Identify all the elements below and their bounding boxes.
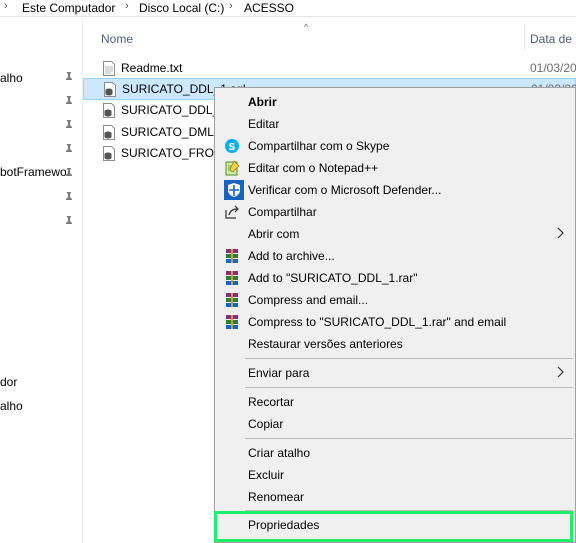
- menu-item-enviar-para[interactable]: Enviar para: [215, 362, 576, 384]
- menu-separator: [245, 438, 573, 439]
- column-separator[interactable]: [524, 24, 525, 50]
- menu-item-criar-atalho[interactable]: Criar atalho: [215, 442, 576, 464]
- breadcrumb-separator: ›: [229, 0, 233, 12]
- menu-item-label: Enviar para: [248, 366, 310, 380]
- menu-item-label: Renomear: [248, 490, 305, 504]
- sql-file-icon: [103, 125, 115, 140]
- menu-item-label: Abrir com: [248, 227, 300, 241]
- chevron-right-icon: [555, 226, 565, 240]
- column-header-name[interactable]: Nome: [101, 32, 133, 46]
- menu-item-label: Compress and email...: [248, 293, 369, 307]
- menu-item-skype[interactable]: S Compartilhar com o Skype: [215, 135, 576, 157]
- menu-item-add-to-archive[interactable]: Add to archive...: [215, 245, 576, 267]
- menu-item-renomear[interactable]: Renomear: [215, 486, 576, 508]
- nav-item[interactable]: botFramewo: [0, 165, 67, 179]
- pin-icon[interactable]: [64, 96, 74, 108]
- menu-item-editar[interactable]: Editar: [215, 113, 576, 135]
- breadcrumb-separator: ›: [4, 0, 8, 12]
- menu-item-label: Editar com o Notepad++: [248, 161, 379, 175]
- file-name: Readme.txt: [121, 61, 183, 75]
- menu-item-defender[interactable]: Verificar com o Microsoft Defender...: [215, 179, 576, 201]
- menu-item-label: Criar atalho: [248, 446, 311, 460]
- context-menu: Abrir Editar S Compartilhar com o Skype …: [214, 87, 576, 543]
- menu-item-abrir[interactable]: Abrir: [215, 91, 576, 113]
- menu-item-restaurar[interactable]: Restaurar versões anteriores: [215, 333, 576, 355]
- share-icon: [224, 204, 240, 220]
- menu-item-label: Restaurar versões anteriores: [248, 337, 403, 351]
- menu-item-label: Verificar com o Microsoft Defender...: [248, 183, 442, 197]
- nav-item[interactable]: alho: [0, 399, 23, 413]
- menu-item-label: Compress to "SURICATO_DDL_1.rar" and ema…: [248, 315, 507, 329]
- file-row-readme[interactable]: Readme.txt 01/03/20: [83, 57, 576, 79]
- menu-item-label: Add to "SURICATO_DDL_1.rar": [248, 271, 418, 285]
- menu-item-recortar[interactable]: Recortar: [215, 391, 576, 413]
- highlight-annotation: [214, 511, 573, 542]
- sql-file-icon: [104, 82, 116, 97]
- breadcrumb-item-acesso[interactable]: ACESSO: [244, 1, 294, 15]
- winrar-icon: [224, 314, 240, 330]
- menu-item-label: Abrir: [248, 95, 277, 109]
- breadcrumb-item-este-computador[interactable]: Este Computador: [22, 1, 115, 15]
- menu-item-excluir[interactable]: Excluir: [215, 464, 576, 486]
- nav-item[interactable]: dor: [0, 375, 17, 389]
- menu-item-label: Add to archive...: [248, 249, 335, 263]
- menu-item-notepad[interactable]: Editar com o Notepad++: [215, 157, 576, 179]
- navigation-pane: alho botFramewo dor alho: [0, 18, 82, 543]
- menu-item-label: Excluir: [248, 468, 285, 482]
- sql-file-icon: [103, 146, 115, 161]
- pin-icon[interactable]: [64, 120, 74, 132]
- address-bar[interactable]: › Este Computador › Disco Local (C:) › A…: [0, 0, 576, 17]
- defender-shield-icon: [224, 180, 244, 200]
- menu-item-label: Compartilhar com o Skype: [248, 139, 390, 153]
- winrar-icon: [224, 292, 240, 308]
- file-date: 01/03/20: [530, 61, 576, 75]
- pin-icon[interactable]: [64, 216, 74, 228]
- notepad-plus-plus-icon: [224, 160, 240, 176]
- pin-icon[interactable]: [64, 144, 74, 156]
- menu-item-abrir-com[interactable]: Abrir com: [215, 223, 576, 245]
- menu-item-compartilhar[interactable]: Compartilhar: [215, 201, 576, 223]
- menu-item-label: Recortar: [248, 395, 295, 409]
- breadcrumb-item-disco-local[interactable]: Disco Local (C:): [139, 1, 224, 15]
- svg-text:S: S: [228, 142, 235, 153]
- menu-separator: [245, 387, 573, 388]
- sql-file-icon: [103, 103, 115, 118]
- pin-icon[interactable]: [64, 168, 74, 180]
- menu-item-copiar[interactable]: Copiar: [215, 413, 576, 435]
- menu-item-label: Editar: [248, 117, 280, 131]
- winrar-icon: [224, 270, 240, 286]
- nav-item[interactable]: alho: [0, 71, 23, 85]
- menu-item-label: Compartilhar: [248, 205, 317, 219]
- skype-icon: S: [224, 138, 240, 154]
- text-file-icon: [103, 61, 115, 76]
- column-header-date[interactable]: Data de m: [530, 32, 576, 46]
- menu-item-label: Copiar: [248, 417, 284, 431]
- chevron-right-icon: [555, 365, 565, 379]
- sort-ascending-icon: ^: [304, 22, 309, 32]
- menu-item-compress-email[interactable]: Compress and email...: [215, 289, 576, 311]
- menu-item-add-to-rar[interactable]: Add to "SURICATO_DDL_1.rar": [215, 267, 576, 289]
- pin-icon[interactable]: [64, 72, 74, 84]
- menu-item-compress-rar-email[interactable]: Compress to "SURICATO_DDL_1.rar" and ema…: [215, 311, 576, 333]
- winrar-icon: [224, 248, 240, 264]
- pin-icon[interactable]: [64, 192, 74, 204]
- breadcrumb-separator: ›: [125, 0, 129, 12]
- menu-separator: [245, 358, 573, 359]
